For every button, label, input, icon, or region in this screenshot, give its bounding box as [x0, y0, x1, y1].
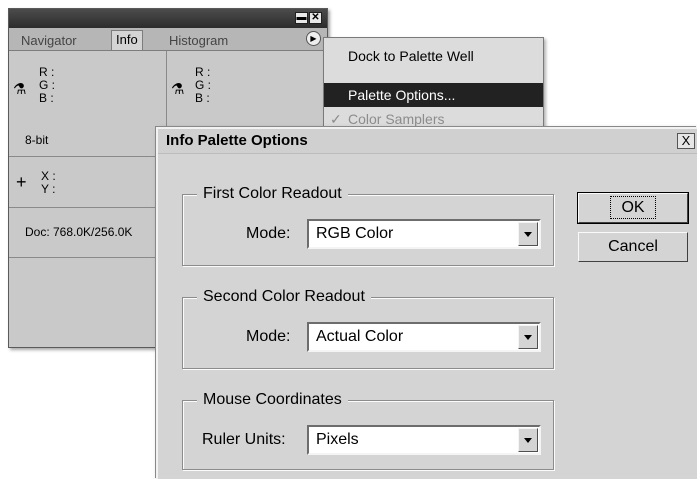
- dialog-title: Info Palette Options: [166, 132, 308, 149]
- doc-size: Doc: 768.0K/256.0K: [25, 225, 133, 239]
- tab-navigator[interactable]: Navigator: [17, 32, 81, 49]
- menu-item-color-samplers-label: Color Samplers: [348, 111, 445, 127]
- select-value: Pixels: [316, 431, 359, 448]
- select-value: Actual Color: [316, 328, 404, 345]
- dialog-titlebar[interactable]: Info Palette Options X: [158, 129, 697, 154]
- palette-menu-button[interactable]: ▶: [306, 31, 321, 46]
- chevron-down-icon[interactable]: [518, 428, 538, 452]
- info-palette-options-dialog: Info Palette Options X First Color Reado…: [156, 127, 697, 479]
- readout2-r: R :: [195, 65, 211, 79]
- mode-label: Mode:: [246, 225, 291, 242]
- readout2-b: B :: [195, 91, 210, 105]
- second-color-readout-group: Second Color Readout Mode: Actual Color: [182, 287, 554, 369]
- crosshair-icon: +: [16, 172, 27, 192]
- ruler-units-select[interactable]: Pixels: [307, 425, 541, 455]
- mouse-coordinates-group: Mouse Coordinates Ruler Units: Pixels: [182, 390, 554, 470]
- eyedropper-icon: ⚗: [13, 81, 27, 98]
- ok-button-label: OK: [610, 196, 656, 219]
- mode-label: Mode:: [246, 328, 291, 345]
- group-legend: First Color Readout: [197, 184, 348, 204]
- group-legend: Second Color Readout: [197, 287, 371, 307]
- tab-histogram[interactable]: Histogram: [165, 32, 232, 49]
- palette-titlebar[interactable]: ▬ ✕: [9, 9, 327, 28]
- first-mode-select[interactable]: RGB Color: [307, 219, 541, 249]
- menu-item-palette-options[interactable]: Palette Options...: [324, 83, 543, 107]
- cancel-button[interactable]: Cancel: [578, 232, 688, 262]
- select-value: RGB Color: [316, 225, 394, 242]
- tab-info[interactable]: Info: [111, 30, 143, 50]
- first-color-readout-group: First Color Readout Mode: RGB Color: [182, 184, 554, 266]
- bit-depth: 8-bit: [25, 133, 49, 147]
- readout2-g: G :: [195, 78, 212, 92]
- second-mode-select[interactable]: Actual Color: [307, 322, 541, 352]
- palette-tabs: Navigator Info Histogram ▶: [9, 28, 327, 51]
- coord-y: Y :: [41, 182, 56, 196]
- chevron-down-icon[interactable]: [518, 222, 538, 246]
- readout1-b: B :: [39, 91, 54, 105]
- group-legend: Mouse Coordinates: [197, 390, 348, 410]
- readout1-r: R :: [39, 65, 55, 79]
- close-icon[interactable]: X: [677, 133, 695, 149]
- eyedropper-icon: ⚗: [171, 81, 185, 98]
- close-icon[interactable]: ✕: [309, 12, 322, 24]
- ok-button[interactable]: OK: [577, 192, 689, 224]
- readout1-g: G :: [39, 78, 56, 92]
- ruler-units-label: Ruler Units:: [202, 431, 286, 448]
- chevron-down-icon[interactable]: [518, 325, 538, 349]
- coord-x: X :: [41, 169, 56, 183]
- minimize-icon[interactable]: ▬: [295, 12, 308, 24]
- menu-item-dock-to-palette-well[interactable]: Dock to Palette Well: [324, 44, 543, 68]
